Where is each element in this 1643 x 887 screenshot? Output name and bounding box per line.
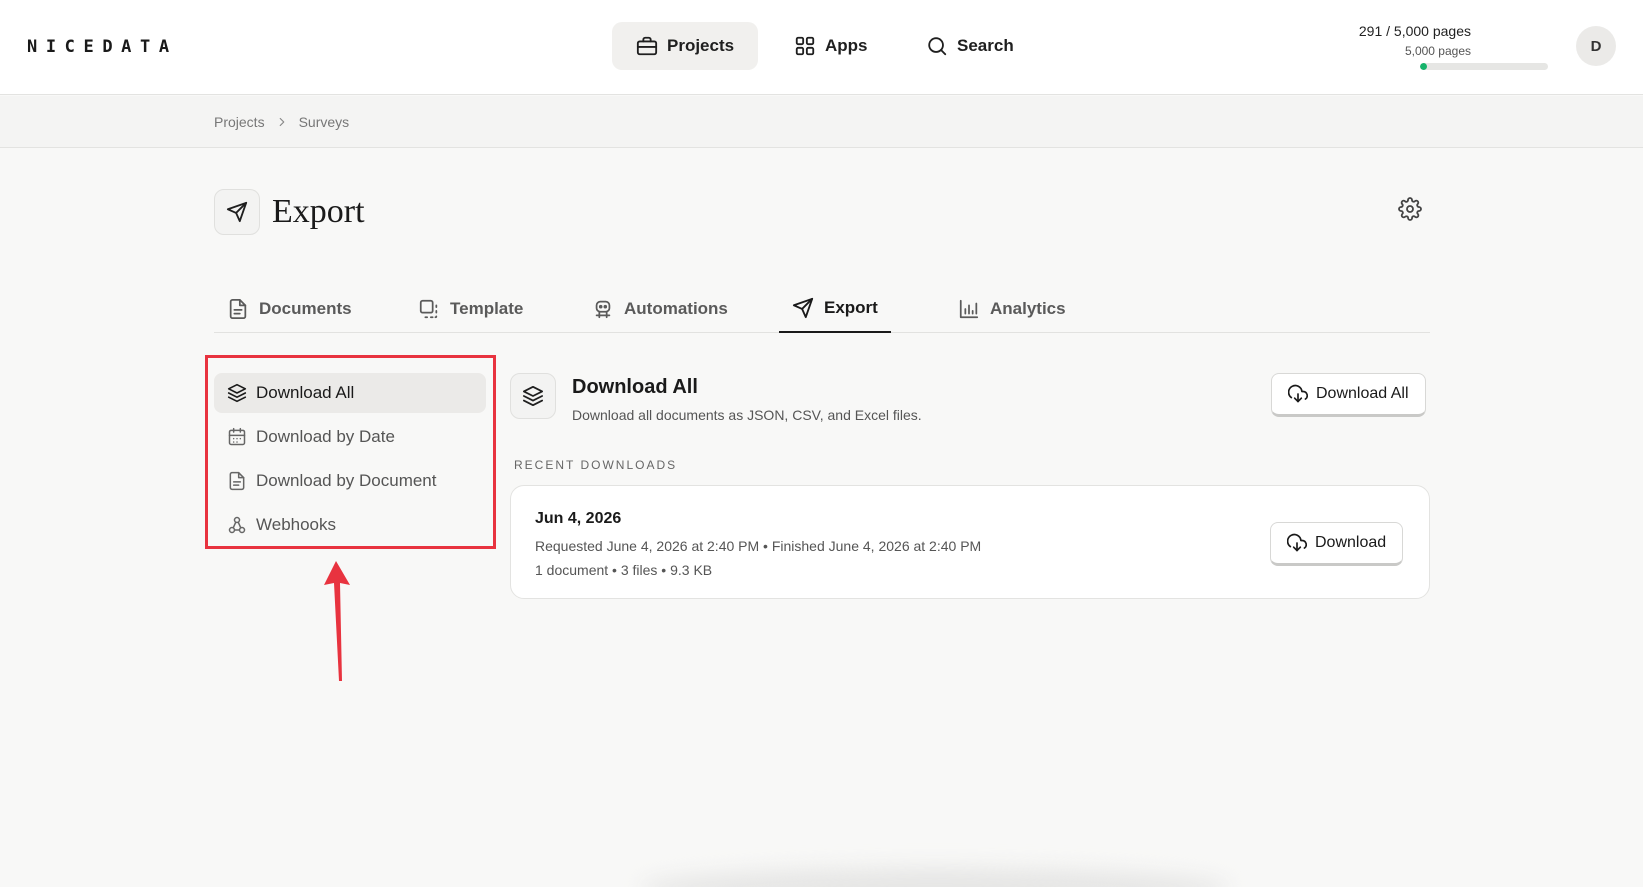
briefcase-icon	[636, 35, 658, 57]
breadcrumb: Projects Surveys	[214, 114, 349, 130]
cloud-download-icon	[1287, 533, 1307, 553]
nav-search-label: Search	[957, 36, 1014, 55]
tab-export-label: Export	[824, 297, 878, 317]
tab-bar: Documents Template Automations Export An…	[214, 284, 1430, 333]
chevron-right-icon	[275, 115, 289, 129]
tab-documents[interactable]: Documents	[214, 284, 365, 333]
download-button[interactable]: Download	[1270, 522, 1404, 566]
usage-progress-bar	[1420, 63, 1548, 70]
section-description: Download all documents as JSON, CSV, and…	[572, 407, 922, 423]
breadcrumb-bar: Projects Surveys	[0, 96, 1643, 148]
download-timestamps: Requested June 4, 2026 at 2:40 PM • Fini…	[535, 538, 982, 554]
section-icon	[510, 373, 556, 419]
download-all-button[interactable]: Download All	[1271, 373, 1426, 417]
gear-icon	[1398, 197, 1422, 221]
tab-documents-label: Documents	[259, 298, 352, 318]
search-icon	[926, 35, 948, 57]
logo[interactable]: NICEDATA	[27, 37, 178, 57]
layers-icon	[522, 385, 544, 407]
download-date: Jun 4, 2026	[535, 510, 622, 527]
download-record-card: Jun 4, 2026 Requested June 4, 2026 at 2:…	[510, 485, 1430, 599]
top-bar: NICEDATA Projects Apps Search 291 / 5,00…	[0, 0, 1643, 95]
tab-export[interactable]: Export	[779, 284, 891, 333]
download-summary: 1 document • 3 files • 9.3 KB	[535, 562, 713, 578]
breadcrumb-projects[interactable]: Projects	[214, 114, 265, 130]
nav-projects-label: Projects	[667, 36, 735, 55]
usage-pages: 291 / 5,000 pages	[1358, 23, 1471, 39]
page-title: Export	[272, 193, 365, 230]
tab-template[interactable]: Template	[405, 284, 536, 333]
usage-limit: 5,000 pages	[1404, 44, 1471, 58]
nav-projects[interactable]: Projects	[612, 22, 759, 70]
usage-progress-fill	[1420, 63, 1428, 70]
usage-meter: 291 / 5,000 pages 5,000 pages	[1359, 23, 1471, 59]
download-all-button-label: Download All	[1316, 385, 1409, 402]
download-button-label: Download	[1315, 534, 1387, 551]
tab-analytics-label: Analytics	[990, 298, 1066, 318]
nav-apps-label: Apps	[825, 36, 868, 55]
tab-analytics[interactable]: Analytics	[945, 284, 1079, 333]
recent-downloads-label: RECENT DOWNLOADS	[514, 458, 678, 472]
tab-automations[interactable]: Automations	[579, 284, 741, 333]
avatar[interactable]: D	[1576, 26, 1616, 66]
tab-template-label: Template	[450, 298, 524, 318]
template-icon	[418, 298, 440, 320]
settings-button[interactable]	[1398, 197, 1422, 221]
page-icon	[214, 189, 260, 235]
grid-icon	[794, 35, 816, 57]
tab-automations-label: Automations	[624, 298, 728, 318]
nav-apps[interactable]: Apps	[770, 22, 892, 70]
bar-chart-icon	[958, 298, 980, 320]
cloud-download-icon	[1288, 384, 1308, 404]
document-icon	[227, 298, 249, 320]
robot-icon	[592, 298, 614, 320]
annotation-arrow	[320, 555, 356, 685]
send-icon	[226, 201, 248, 223]
breadcrumb-surveys[interactable]: Surveys	[299, 114, 350, 130]
nav-search[interactable]: Search	[902, 22, 1038, 70]
annotation-highlight-box	[205, 355, 496, 549]
bottom-shadow	[640, 868, 1230, 887]
section-title: Download All	[572, 376, 698, 398]
send-icon	[792, 297, 814, 319]
